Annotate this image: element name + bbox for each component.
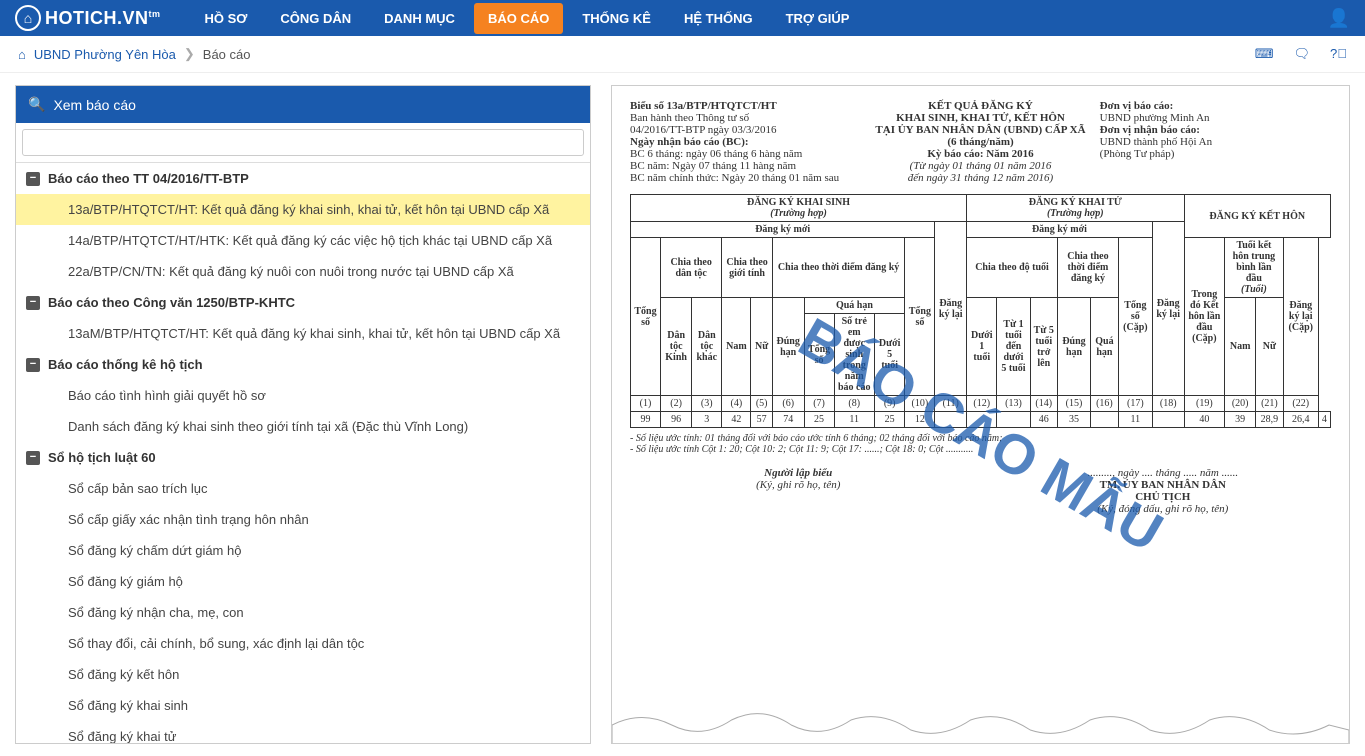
search-box [16, 123, 590, 163]
report-header: Biểu số 13a/BTP/HTQTCT/HT Ban hành theo … [630, 100, 1331, 184]
tree-item[interactable]: 13aM/BTP/HTQTCT/HT: Kết quả đăng ký khai… [16, 318, 590, 349]
collapse-icon: − [26, 451, 40, 465]
nav-item-danh-mục[interactable]: DANH MỤC [370, 3, 469, 34]
report-tree[interactable]: −Báo cáo theo TT 04/2016/TT-BTP13a/BTP/H… [16, 163, 590, 743]
breadcrumb: ⌂ UBND Phường Yên Hòa ❯ Báo cáo [18, 46, 250, 62]
report-header-right: Đơn vị báo cáo: UBND phường Minh An Đơn … [1100, 100, 1331, 184]
tree-item[interactable]: Sổ đăng ký kết hôn [16, 659, 590, 690]
nav-item-thống-kê[interactable]: THỐNG KÊ [568, 3, 665, 34]
chevron-right-icon: ❯ [184, 46, 195, 62]
tree-item[interactable]: Danh sách đăng ký khai sinh theo giới tí… [16, 411, 590, 442]
tree-item[interactable]: Sổ cấp giấy xác nhận tình trạng hôn nhân [16, 504, 590, 535]
tree-group[interactable]: −Báo cáo theo TT 04/2016/TT-BTP [16, 163, 590, 194]
panel-header-text: Xem báo cáo [53, 97, 136, 113]
tree-item[interactable]: Sổ thay đổi, cải chính, bổ sung, xác địn… [16, 628, 590, 659]
tree-item[interactable]: Sổ đăng ký nhận cha, mẹ, con [16, 597, 590, 628]
nav-item-công-dân[interactable]: CÔNG DÂN [266, 3, 365, 34]
top-nav: ⌂ HOTICH.VNtm HỒ SƠCÔNG DÂNDANH MỤCBÁO C… [0, 0, 1365, 36]
report-header-left: Biểu số 13a/BTP/HTQTCT/HT Ban hành theo … [630, 100, 861, 184]
logo[interactable]: ⌂ HOTICH.VNtm [15, 5, 161, 31]
tree-item[interactable]: Sổ cấp bản sao trích lục [16, 473, 590, 504]
tree-item[interactable]: 22a/BTP/CN/TN: Kết quả đăng ký nuôi con … [16, 256, 590, 287]
main: 🔍 Xem báo cáo −Báo cáo theo TT 04/2016/T… [0, 73, 1365, 756]
tree-item[interactable]: Sổ đăng ký khai sinh [16, 690, 590, 721]
report-signatures: Người lập biểu (Ký, ghi rõ họ, tên) ....… [630, 467, 1331, 515]
logo-text: HOTICH.VNtm [45, 8, 161, 29]
tree-item[interactable]: Sổ đăng ký chấm dứt giám hộ [16, 535, 590, 566]
tree-item[interactable]: Sổ đăng ký khai tử [16, 721, 590, 743]
nav-items: HỒ SƠCÔNG DÂNDANH MỤCBÁO CÁOTHỐNG KÊHỆ T… [191, 3, 864, 34]
report-table: ĐĂNG KÝ KHAI SINH(Trường hợp) ĐĂNG KÝ KH… [630, 194, 1331, 428]
toolbar-icons: ⌨ 🗨 ?⃝ [1255, 46, 1347, 62]
collapse-icon: − [26, 358, 40, 372]
report-list-panel: 🔍 Xem báo cáo −Báo cáo theo TT 04/2016/T… [15, 85, 591, 744]
help-icon[interactable]: ?⃝ [1330, 46, 1347, 62]
tree-item[interactable]: 14a/BTP/HTQTCT/HT/HTK: Kết quả đăng ký c… [16, 225, 590, 256]
torn-edge [612, 705, 1349, 744]
home-icon: ⌂ [15, 5, 41, 31]
panel-header: 🔍 Xem báo cáo [16, 86, 590, 123]
tree-item[interactable]: Báo cáo tình hình giải quyết hồ sơ [16, 380, 590, 411]
tree-group[interactable]: −Báo cáo theo Công văn 1250/BTP-KHTC [16, 287, 590, 318]
breadcrumb-bar: ⌂ UBND Phường Yên Hòa ❯ Báo cáo ⌨ 🗨 ?⃝ [0, 36, 1365, 73]
notification-icon[interactable]: 🗨 [1294, 46, 1311, 62]
nav-item-hệ-thống[interactable]: HỆ THỐNG [670, 3, 767, 34]
search-input[interactable] [22, 129, 584, 156]
home-icon[interactable]: ⌂ [18, 47, 26, 62]
report-preview: Biểu số 13a/BTP/HTQTCT/HT Ban hành theo … [611, 85, 1350, 744]
search-icon: 🔍 [28, 96, 45, 113]
nav-item-trợ-giúp[interactable]: TRỢ GIÚP [772, 3, 864, 34]
report-header-center: KẾT QUẢ ĐĂNG KÝ KHAI SINH, KHAI TỬ, KẾT … [865, 100, 1096, 184]
breadcrumb-unit[interactable]: UBND Phường Yên Hòa [34, 47, 176, 62]
tree-item[interactable]: 13a/BTP/HTQTCT/HT: Kết quả đăng ký khai … [16, 194, 590, 225]
breadcrumb-current: Báo cáo [203, 47, 251, 62]
nav-item-hồ-sơ[interactable]: HỒ SƠ [191, 3, 262, 34]
collapse-icon: − [26, 296, 40, 310]
tree-group[interactable]: −Sổ hộ tịch luật 60 [16, 442, 590, 473]
user-icon[interactable]: 👤 [1328, 8, 1350, 29]
collapse-icon: − [26, 172, 40, 186]
tree-group[interactable]: −Báo cáo thống kê hộ tịch [16, 349, 590, 380]
tree-item[interactable]: Sổ đăng ký giám hộ [16, 566, 590, 597]
nav-item-báo-cáo[interactable]: BÁO CÁO [474, 3, 563, 34]
keyboard-icon[interactable]: ⌨ [1255, 46, 1274, 62]
